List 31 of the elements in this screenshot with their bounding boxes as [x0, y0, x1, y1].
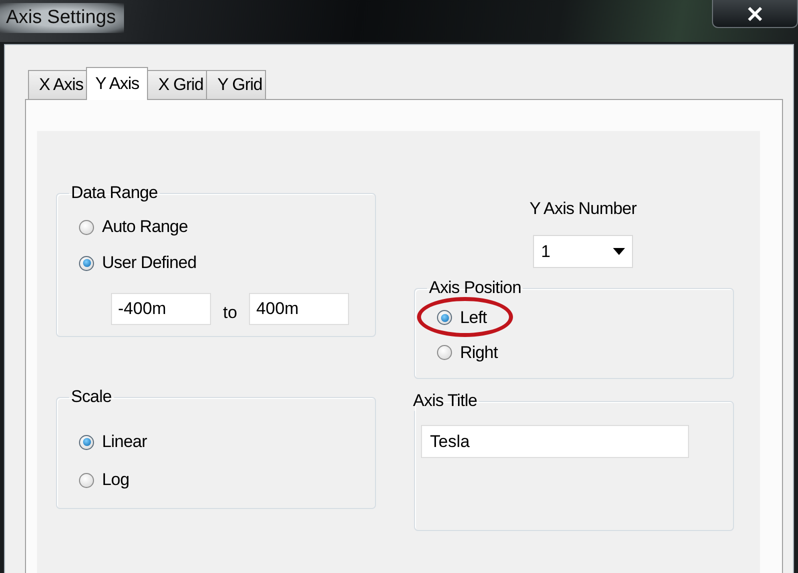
tab[interactable]: X Grid: [147, 70, 208, 99]
close-button[interactable]: [712, 0, 798, 28]
radio-button[interactable]: [79, 220, 94, 234]
tab[interactable]: Y Grid: [206, 70, 266, 99]
caret-icon: [613, 248, 625, 255]
radio-button[interactable]: [79, 256, 94, 270]
tab[interactable]: Y Axis: [86, 67, 148, 100]
radio-button[interactable]: [79, 434, 94, 450]
radio-button[interactable]: [437, 310, 452, 325]
tab[interactable]: X Axis: [28, 70, 88, 99]
group-title: Data Range: [70, 183, 159, 203]
field-label: Y Axis Number: [530, 199, 636, 219]
input-field[interactable]: -400m: [111, 293, 211, 325]
close-icon: [747, 6, 763, 20]
radio-label[interactable]: Right: [460, 342, 498, 362]
input-field[interactable]: 400m: [249, 293, 350, 325]
group-title: Axis Position: [428, 278, 522, 298]
radio-label[interactable]: Log: [102, 470, 130, 490]
dropdown[interactable]: 1: [533, 235, 633, 268]
dropdown-value: 1: [541, 242, 550, 262]
window-title: Axis Settings: [0, 3, 124, 33]
group-title: Axis Title: [412, 391, 478, 411]
radio-label[interactable]: Auto Range: [102, 217, 188, 237]
radio-label[interactable]: User Defined: [102, 253, 196, 273]
input-field[interactable]: Tesla: [421, 425, 689, 458]
radio-button[interactable]: [79, 472, 94, 488]
group-title: Scale: [70, 387, 113, 407]
radio-label[interactable]: Left: [460, 308, 487, 328]
radio-button[interactable]: [437, 345, 452, 360]
range-separator: to: [223, 303, 238, 323]
radio-label[interactable]: Linear: [102, 432, 147, 452]
